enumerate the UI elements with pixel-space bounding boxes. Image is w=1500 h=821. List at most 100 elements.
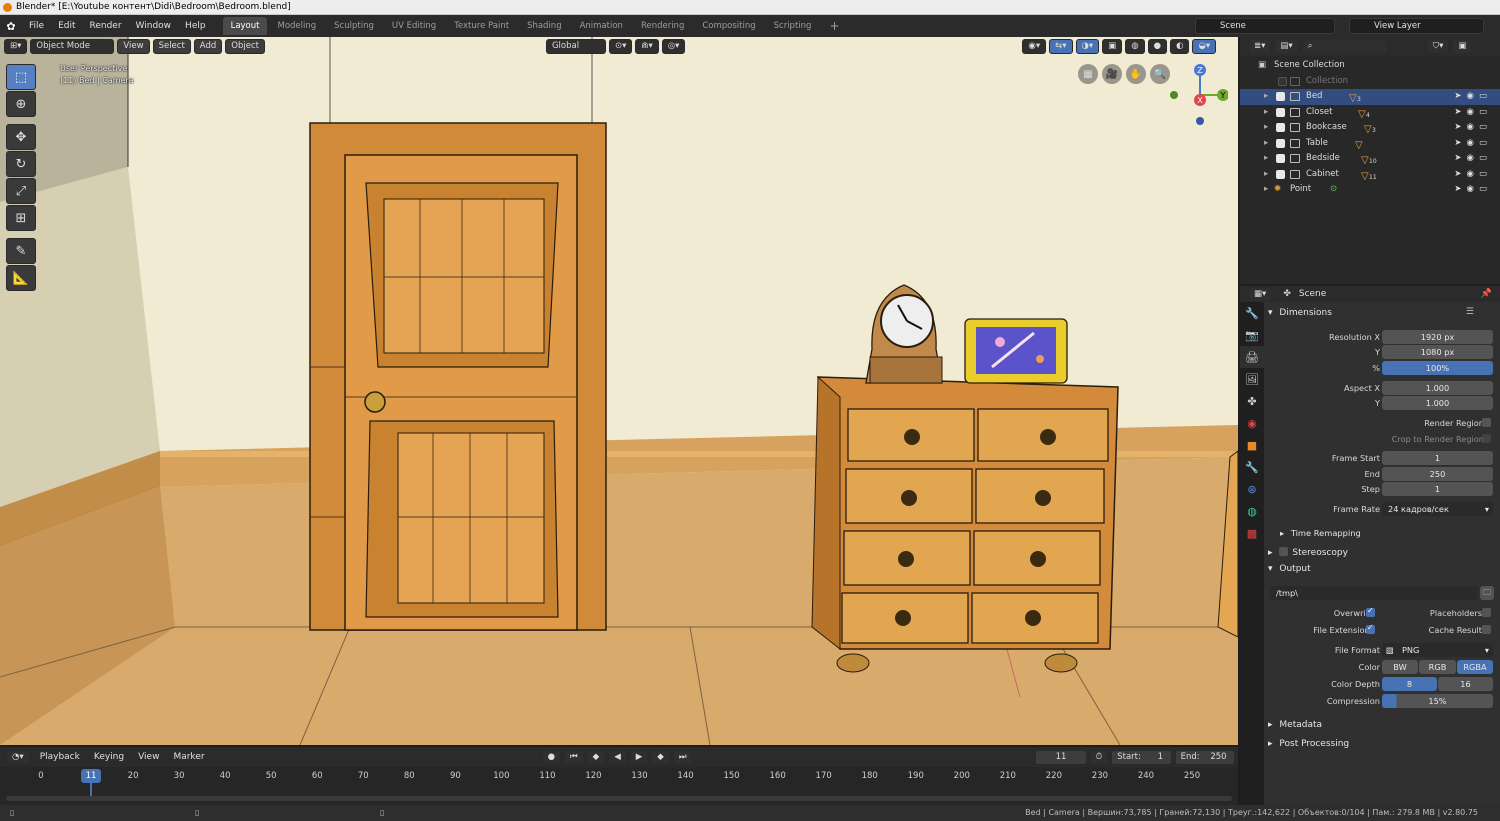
annotate-tool-icon[interactable]: ✎ [6,238,36,264]
object-tab-icon[interactable]: ■ [1240,434,1264,456]
shading-solid-icon[interactable]: ● [1147,39,1168,54]
color-rgb-button[interactable]: RGB [1419,660,1456,674]
cursor-tool-icon[interactable]: ⊕ [6,91,36,117]
play-reverse-icon[interactable]: ◀ [608,749,627,765]
outliner-row-table[interactable]: ▸ Table ▽ ➤◉▭ [1240,136,1500,152]
marker-menu[interactable]: Marker [166,746,211,768]
particles-tab-icon[interactable]: ⊛ [1240,478,1264,500]
xray-toggle-icon[interactable]: ▣ [1102,39,1123,54]
outliner-row-point[interactable]: ▸ ✺ Point ⊙ ➤◉▭ [1240,182,1500,198]
workspace-tab-animation[interactable]: Animation [572,17,631,35]
collection-checkbox[interactable] [1276,169,1285,179]
pivot-point-icon[interactable]: ⊙▾ [608,39,633,54]
overlays-toggle-icon[interactable]: ◑▾ [1075,39,1100,54]
metadata-section-header[interactable]: ▸ Metadata [1268,720,1322,730]
file-extensions-checkbox[interactable] [1366,623,1375,634]
expand-arrow-icon[interactable]: ▸ [1264,136,1268,152]
pan-view-icon[interactable]: ✋ [1126,64,1146,84]
editor-type-button[interactable]: ⊞▾ [4,39,28,54]
move-tool-icon[interactable]: ✥ [6,124,36,150]
workspace-tab-compositing[interactable]: Compositing [694,17,763,35]
workspace-tab-uv-editing[interactable]: UV Editing [384,17,444,35]
stereoscopy-checkbox[interactable] [1279,547,1289,556]
scene-selector[interactable]: Scene [1195,18,1335,34]
next-keyframe-icon[interactable]: ◆ [651,749,670,765]
resolution-percentage-field[interactable]: 100% [1382,361,1493,375]
tool-tab-icon[interactable]: 🔧 [1240,302,1264,324]
collection-checkbox[interactable] [1276,138,1285,148]
outliner-editor-type-icon[interactable]: ≣▾ [1248,39,1272,54]
rotate-tool-icon[interactable]: ↻ [6,151,36,177]
frame-step-field[interactable]: 1 [1382,482,1493,496]
cache-result-checkbox[interactable] [1482,625,1491,634]
outliner-row-cabinet[interactable]: ▸ Cabinet ▽ 11 ➤◉▭ [1240,167,1500,183]
timeline-editor-type-icon[interactable]: ◔▾ [6,749,30,765]
frame-end-field[interactable]: 250 [1382,467,1493,481]
crop-region-checkbox[interactable] [1482,434,1491,443]
view-menu[interactable]: View [117,39,150,54]
timeline-area[interactable]: 11 0 20 30 40 50 60 70 80 90 100 110 120 130 140 150 16… [0,767,1238,805]
menu-help[interactable]: Help [178,15,213,37]
color-rgba-button[interactable]: RGBA [1457,660,1493,674]
render-tab-icon[interactable]: 📷 [1240,324,1264,346]
collection-checkbox[interactable] [1278,76,1287,86]
zoom-view-icon[interactable]: 🔍 [1150,64,1170,84]
preview-range-icon[interactable]: ⏱ [1089,749,1109,765]
visibility-icons[interactable]: ➤◉▭ [1454,167,1492,183]
placeholders-checkbox[interactable] [1482,608,1491,617]
aspect-y-field[interactable]: 1.000 [1382,396,1493,410]
color-bw-button[interactable]: BW [1382,660,1418,674]
expand-arrow-icon[interactable]: ▸ [1264,182,1268,198]
resolution-x-field[interactable]: 1920 px [1382,330,1493,344]
collection-row[interactable]: Collection [1240,74,1500,90]
auto-keying-icon[interactable]: ● [541,749,561,765]
collection-checkbox[interactable] [1276,107,1285,117]
new-collection-icon[interactable]: ▣ [1452,39,1473,54]
output-section-header[interactable]: ▾ Output [1268,564,1311,574]
color-depth-8-button[interactable]: 8 [1382,677,1437,691]
world-tab-icon[interactable]: ◉ [1240,412,1264,434]
menu-edit[interactable]: Edit [51,15,82,37]
shading-wireframe-icon[interactable]: ◍ [1125,39,1145,54]
outliner-row-bedside[interactable]: ▸ Bedside ▽ 10 ➤◉▭ [1240,151,1500,167]
scene-collection-row[interactable]: ▣ Scene Collection [1240,58,1500,74]
stereoscopy-section-header[interactable]: ▸ Stereoscopy [1268,546,1348,558]
menu-render[interactable]: Render [83,15,129,37]
presets-icon[interactable]: ☰ [1466,307,1474,317]
play-icon[interactable]: ▶ [629,749,649,765]
prev-keyframe-icon[interactable]: ◆ [586,749,606,765]
expand-arrow-icon[interactable]: ▸ [1264,167,1268,183]
pin-icon[interactable]: 📌 [1481,289,1492,299]
folder-browse-icon[interactable]: 🗀 [1480,586,1494,600]
resolution-y-field[interactable]: 1080 px [1382,345,1493,359]
properties-editor-type-icon[interactable]: ▦▾ [1248,286,1273,302]
menu-window[interactable]: Window [129,15,179,37]
jump-end-icon[interactable]: ⏭ [672,749,693,765]
display-mode-icon[interactable]: ▤▾ [1274,39,1299,54]
playback-menu[interactable]: Playback [33,746,87,768]
end-frame-field[interactable]: End: 250 [1174,749,1235,765]
shading-rendered-icon[interactable]: ◒▾ [1192,39,1217,54]
workspace-tab-layout[interactable]: Layout [222,17,268,35]
expand-arrow-icon[interactable]: ▸ [1264,120,1268,136]
proportional-edit-icon[interactable]: ◎▾ [661,39,686,54]
expand-arrow-icon[interactable]: ▸ [1264,151,1268,167]
add-menu[interactable]: Add [193,39,223,54]
visibility-icons[interactable]: ➤◉▭ [1454,151,1492,167]
texture-tab-icon[interactable]: ▩ [1240,522,1264,544]
outliner-row-bookcase[interactable]: ▸ Bookcase ▽ 3 ➤◉▭ [1240,120,1500,136]
perspective-toggle-icon[interactable]: ▦ [1078,64,1098,84]
color-depth-16-button[interactable]: 16 [1438,677,1493,691]
visibility-icons[interactable]: ➤◉▭ [1454,120,1492,136]
outliner-row-bed[interactable]: ▸ Bed ▽ 3 ➤◉▭ [1240,89,1500,105]
point-visibility-icons[interactable]: ➤◉▭ [1454,182,1492,198]
output-path-field[interactable]: /tmp\ [1270,586,1478,600]
add-workspace-button[interactable]: + [821,17,847,35]
visibility-icon[interactable]: ◉▾ [1022,39,1047,54]
frame-start-field[interactable]: 1 [1382,451,1493,465]
timeline-scrollbar[interactable] [6,796,1232,801]
gizmo-toggle-icon[interactable]: ⇆▾ [1049,39,1073,54]
visibility-icons[interactable]: ➤◉▭ [1454,105,1492,121]
aspect-x-field[interactable]: 1.000 [1382,381,1493,395]
post-processing-section-header[interactable]: ▸ Post Processing [1268,739,1349,749]
